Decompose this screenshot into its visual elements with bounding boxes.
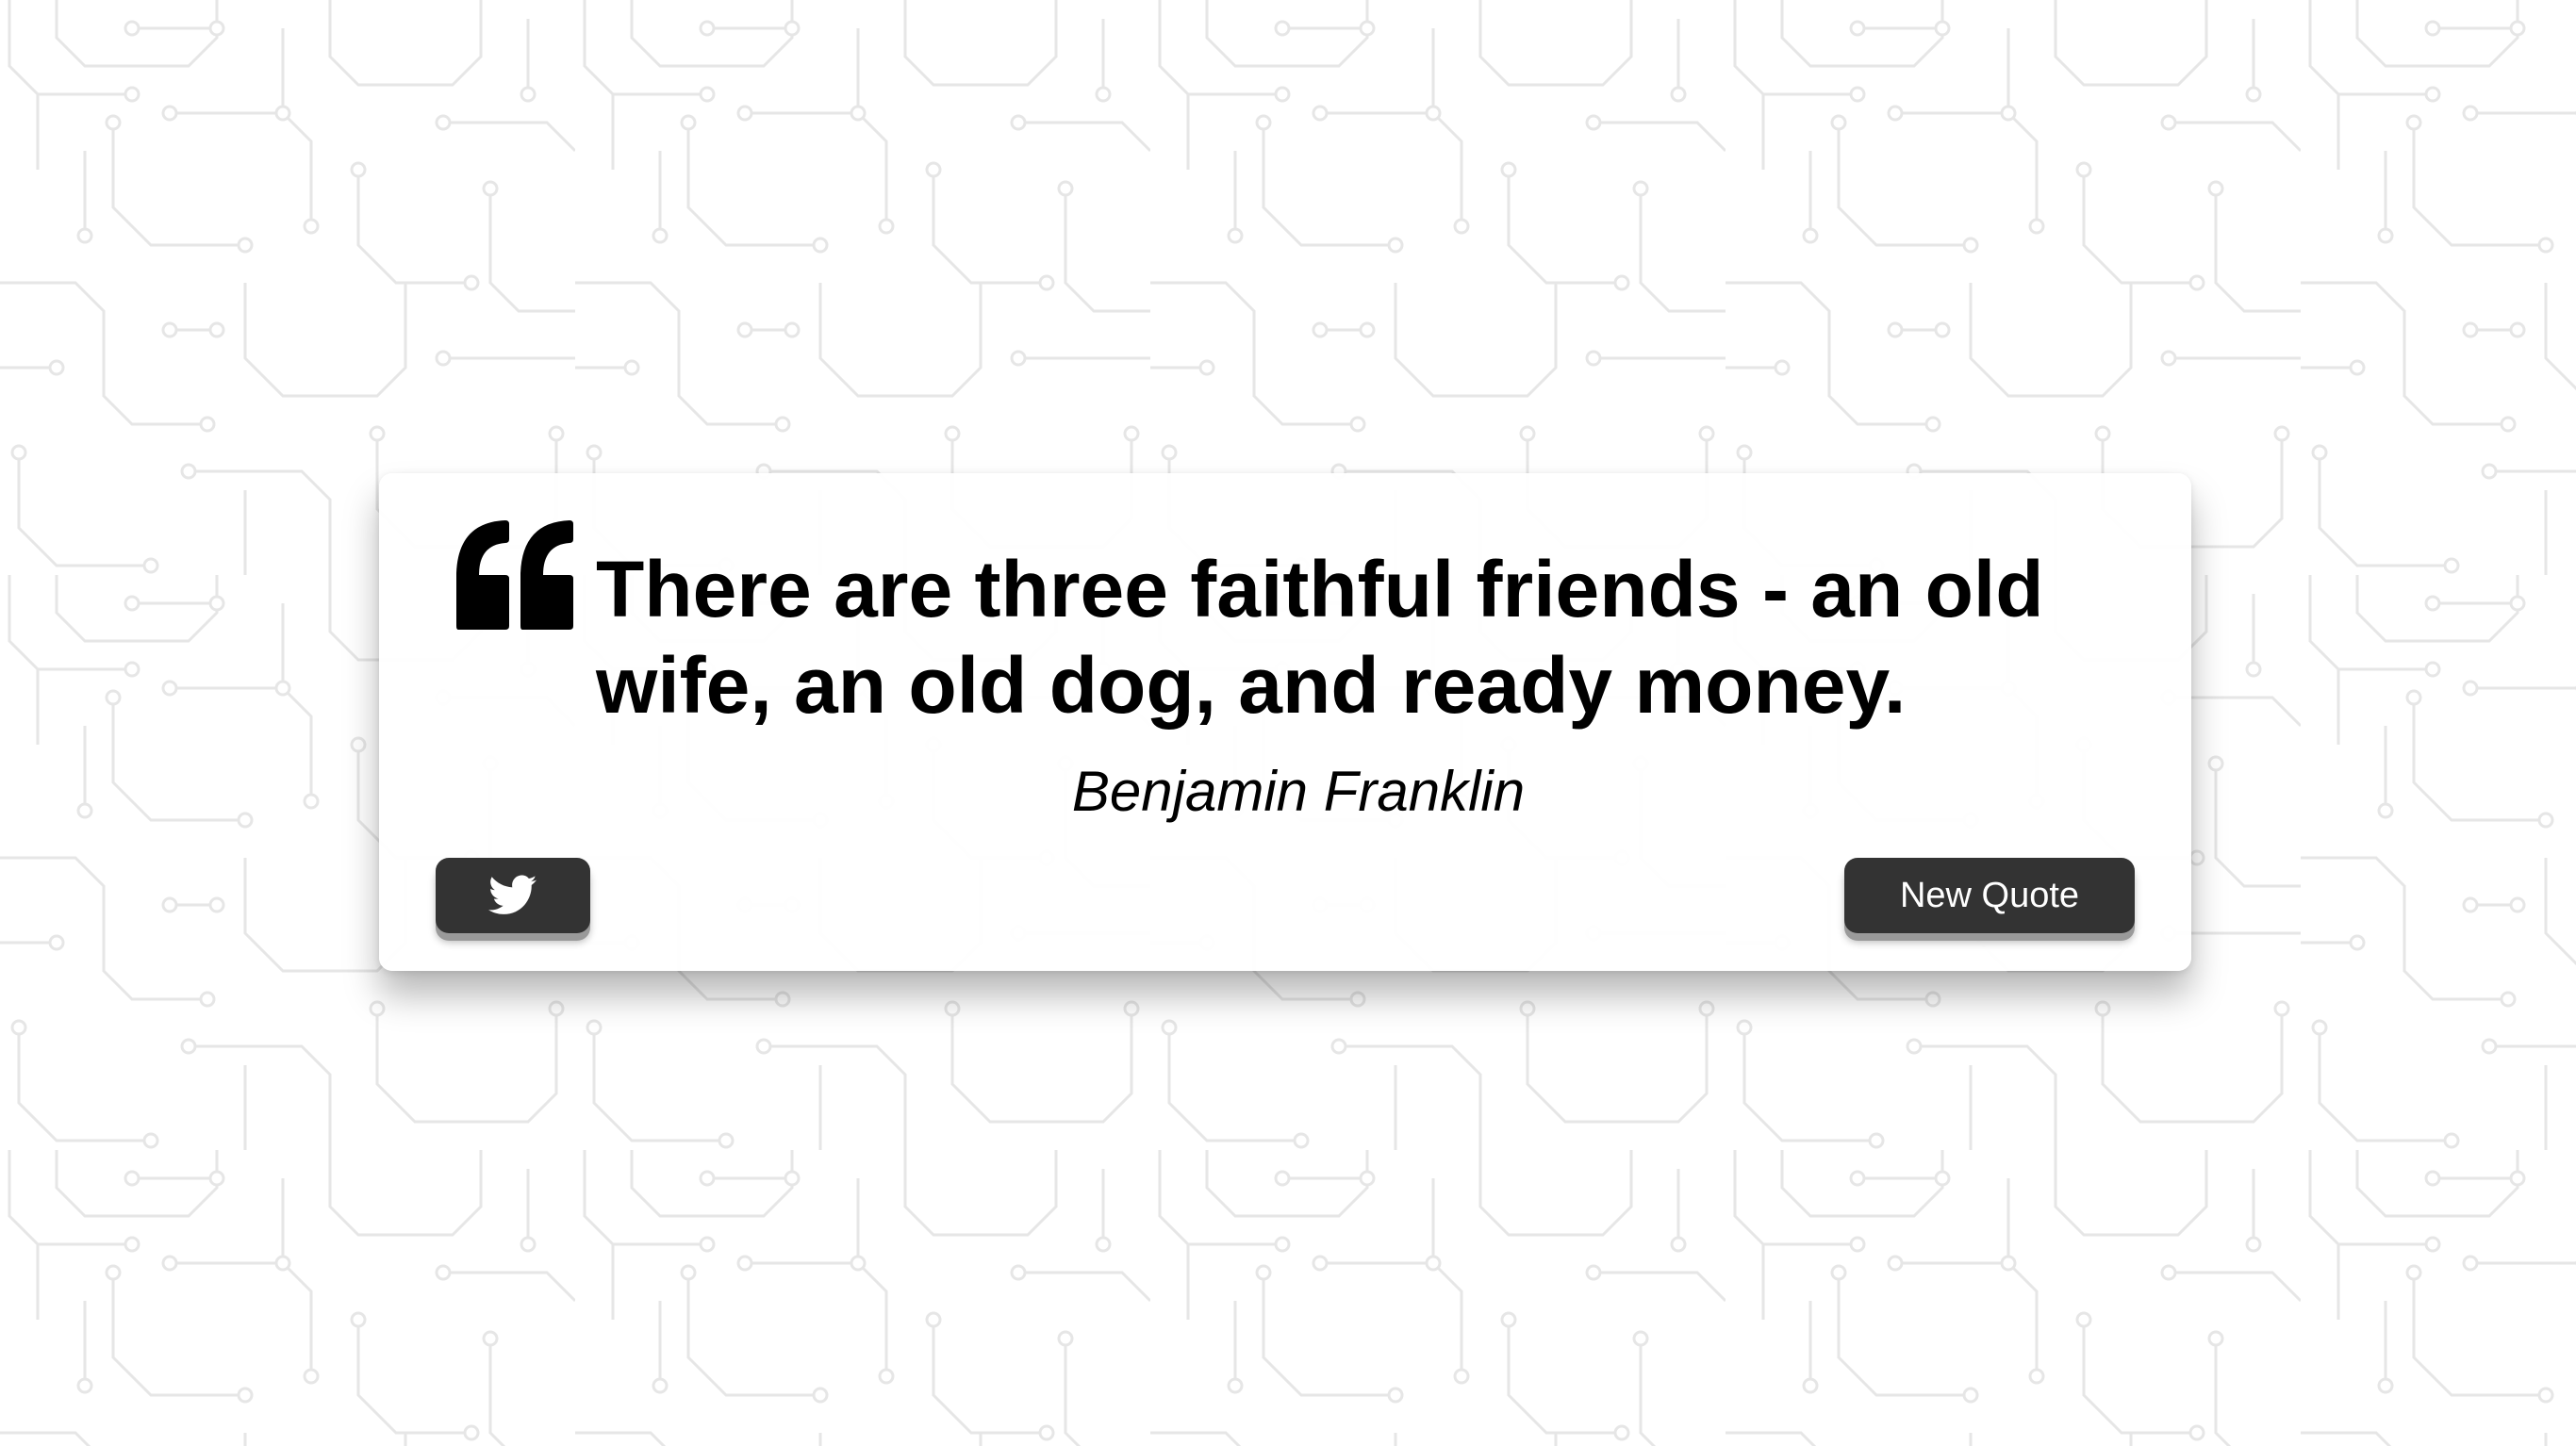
quote-author: Benjamin Franklin (1071, 760, 1526, 823)
quote-card: There are three faithful friends - an ol… (379, 473, 2191, 971)
new-quote-button[interactable]: New Quote (1844, 858, 2135, 933)
quote-left-icon (456, 520, 573, 630)
tweet-button[interactable] (436, 858, 590, 933)
twitter-icon (488, 875, 537, 914)
quote-text: There are three faithful friends - an ol… (596, 545, 2044, 730)
